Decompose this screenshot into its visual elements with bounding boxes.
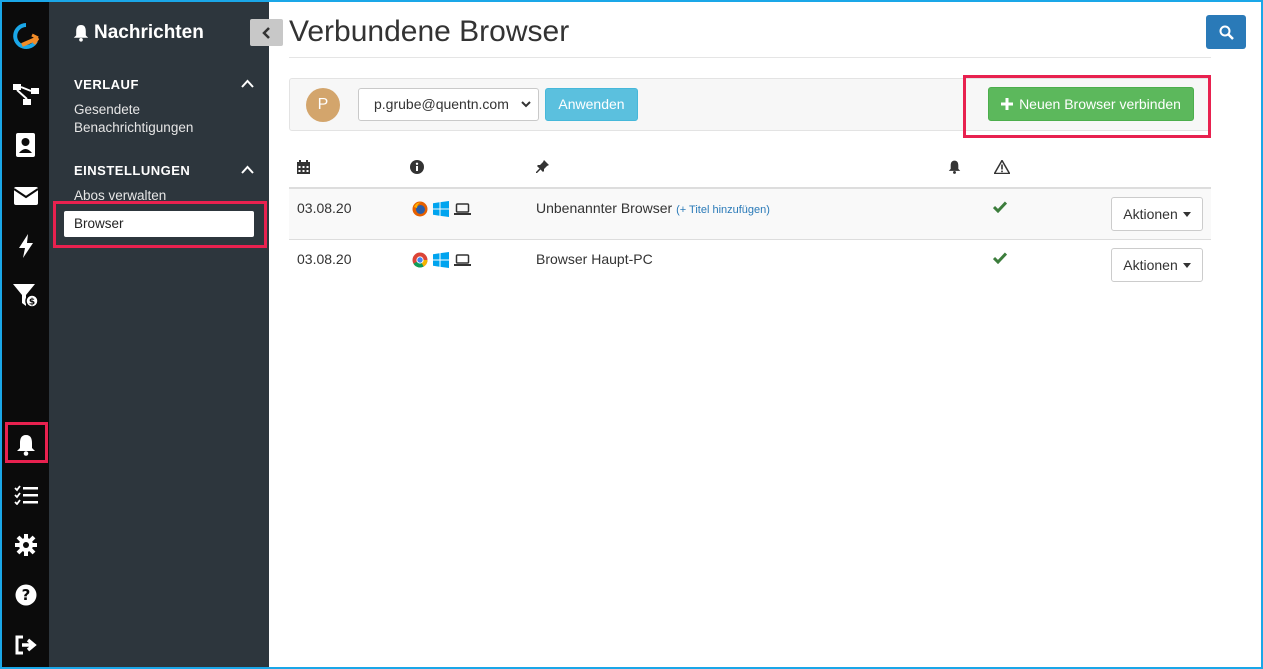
add-title-link[interactable]: (+ Titel hinzufügen) [676,204,770,216]
browser-name: Browser Haupt-PC [536,251,653,267]
flow-icon[interactable] [2,78,49,112]
avatar: P [306,88,340,122]
info-icon [410,160,424,174]
search-icon [1219,25,1234,40]
bell-icon [948,160,961,174]
logout-icon[interactable] [2,628,49,662]
laptop-icon [454,254,471,266]
user-select[interactable]: p.grube@quentn.com [358,88,539,121]
chevron-up-icon[interactable] [241,79,254,88]
browser-name: Unbenannter Browser [536,200,673,216]
bell-highlight-box [5,422,48,463]
collapse-sidebar-button[interactable] [250,19,283,46]
chevron-down-icon [521,101,531,108]
windows-icon [433,201,449,217]
windows-icon [433,252,449,268]
user-select-value: p.grube@quentn.com [374,96,509,112]
gear-icon[interactable] [2,528,49,562]
section-header-history[interactable]: VERLAUF [74,77,139,92]
actions-label: Aktionen [1123,257,1178,273]
chevron-left-icon [261,26,270,39]
icon-rail: $ ? [2,2,49,667]
browser-name-cell: Unbenannter Browser (+ Titel hinzufügen) [536,200,770,216]
chevron-up-icon[interactable] [241,165,254,174]
actions-dropdown-button[interactable]: Aktionen [1111,197,1203,231]
firefox-icon [412,201,428,217]
messages-sidebar: Nachrichten VERLAUF Gesendete Benachrich… [49,2,283,667]
quentn-logo[interactable] [2,19,49,53]
check-icon [993,252,1007,264]
row-divider [289,239,1211,240]
sidebar-title-label: Nachrichten [94,22,204,43]
browser-highlight-box [53,201,267,248]
sidebar-title: Nachrichten [73,22,204,44]
apply-button[interactable]: Anwenden [545,88,638,121]
caret-down-icon [1182,211,1191,217]
search-button[interactable] [1206,15,1246,49]
contacts-icon[interactable] [2,128,49,162]
calendar-icon [297,160,310,174]
automation-icon[interactable] [2,229,49,263]
bell-icon [73,25,89,42]
laptop-icon [454,203,471,215]
pin-icon [536,160,549,173]
funnel-icon[interactable]: $ [2,279,49,313]
connect-highlight-box [963,75,1211,138]
sidebar-link-line-1: Gesendete [74,102,141,117]
actions-dropdown-button[interactable]: Aktionen [1111,248,1203,282]
row-date: 03.08.20 [297,251,352,267]
mail-icon[interactable] [2,179,49,213]
sidebar-link-sent-notifications[interactable]: Gesendete Benachrichtigungen [74,101,193,137]
section-header-settings[interactable]: EINSTELLUNGEN [74,163,190,178]
warning-icon [994,160,1010,174]
caret-down-icon [1182,262,1191,268]
tasks-icon[interactable] [2,478,49,512]
page-title: Verbundene Browser [289,15,570,48]
actions-label: Aktionen [1123,206,1178,222]
title-divider [289,57,1211,58]
browser-info [412,201,471,217]
svg-text:$: $ [28,298,34,308]
chrome-icon [412,252,428,268]
sidebar-link-line-2: Benachrichtigungen [74,120,194,135]
svg-text:?: ? [21,586,30,604]
browser-info [412,252,471,268]
help-icon[interactable]: ? [2,578,49,612]
check-icon [993,201,1007,213]
row-date: 03.08.20 [297,200,352,216]
